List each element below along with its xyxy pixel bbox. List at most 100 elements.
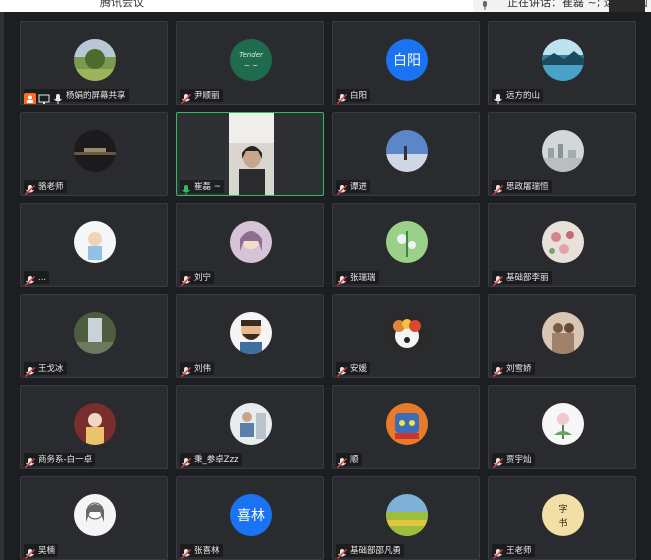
participant-tile[interactable]: 白阳 白阳 (332, 21, 480, 105)
participant-avatar: 字书 (542, 494, 584, 536)
participant-avatar: Tender ~ ~ (230, 39, 272, 81)
participant-tile[interactable]: 贾宇灿 (488, 385, 636, 469)
participant-name-bar: 崔磊 ~ (180, 180, 224, 195)
participant-avatar (74, 39, 116, 81)
svg-text:字: 字 (558, 503, 567, 515)
mic-muted-icon (180, 90, 192, 104)
mic-muted-icon (492, 181, 504, 195)
svg-text:~ ~: ~ ~ (244, 62, 258, 70)
left-edge (0, 12, 4, 560)
participant-name-bar: 秉_参卓Zzz (180, 453, 242, 468)
mic-muted-icon (492, 363, 504, 377)
participant-avatar (74, 494, 116, 536)
participant-name-bar: 骆老师 (24, 180, 67, 195)
participant-name: 王戈冰 (38, 363, 64, 374)
participant-name-bar: 张瑞瑞 (336, 271, 379, 286)
participant-avatar (386, 312, 428, 354)
participant-name: 商务系-白一卓 (38, 454, 93, 465)
participant-avatar (74, 221, 116, 263)
participant-name: 骆老师 (38, 181, 64, 192)
mic-muted-icon (336, 454, 348, 468)
participant-tile[interactable]: 喜林张喜林 (176, 476, 324, 560)
participant-grid: 杨娟的屏幕共享 Tender ~ ~ 尹顺丽 白阳 白阳 远方的山 骆老师 崔磊 ~ 谭进 思政屠瑞… (20, 21, 640, 560)
participant-name: 张瑞瑞 (350, 272, 376, 283)
participant-name-bar: 思政屠瑞恒 (492, 180, 552, 195)
participant-avatar (386, 494, 428, 536)
participant-name-bar: 白阳 (336, 89, 371, 104)
participant-avatar (542, 130, 584, 172)
participant-name-bar: 张喜林 (180, 544, 223, 559)
window-controls[interactable] (609, 0, 645, 12)
participant-tile[interactable]: 秉_参卓Zzz (176, 385, 324, 469)
avatar-initials: 喜林 (237, 508, 265, 524)
participant-name-bar: 尹顺丽 (180, 89, 223, 104)
mic-muted-icon (180, 545, 192, 559)
participant-tile[interactable]: 骆老师 (20, 112, 168, 196)
participant-tile[interactable]: 思政屠瑞恒 (488, 112, 636, 196)
mic-muted-icon (336, 545, 348, 559)
participant-name: ... (38, 272, 47, 283)
participant-name-bar: 王戈冰 (24, 362, 67, 377)
participant-name: 贾宇灿 (506, 454, 532, 465)
participant-avatar (542, 403, 584, 445)
participant-tile[interactable]: 刘伟 (176, 294, 324, 378)
participant-tile[interactable]: 远方的山 (488, 21, 636, 105)
participant-tile[interactable]: 刘雪娇 (488, 294, 636, 378)
mic-muted-icon (336, 272, 348, 286)
participant-name: 杨娟的屏幕共享 (66, 90, 126, 101)
mic-muted-icon (24, 272, 36, 286)
participant-name: 崔磊 ~ (194, 181, 221, 192)
participant-tile[interactable]: 基础部邵凡勇 (332, 476, 480, 560)
participant-name: 张喜林 (194, 545, 220, 556)
participant-tile[interactable]: 王戈冰 (20, 294, 168, 378)
participant-tile[interactable]: Tender ~ ~ 尹顺丽 (176, 21, 324, 105)
participant-tile[interactable]: 崔磊 ~ (176, 112, 324, 196)
participant-name-bar: 安媛 (336, 362, 371, 377)
mic-muted-icon (24, 454, 36, 468)
mic-muted-icon (180, 272, 192, 286)
screen-share-icon (38, 90, 50, 104)
participant-tile[interactable]: 刘宁 (176, 203, 324, 287)
participant-name: 顺 (350, 454, 359, 465)
participant-avatar: 喜林 (230, 494, 272, 536)
participant-name-bar: 谭进 (336, 180, 371, 195)
mic-muted-icon (24, 181, 36, 195)
mic-muted-icon (180, 454, 192, 468)
mic-icon (492, 90, 504, 104)
participant-name-bar: 贾宇灿 (492, 453, 535, 468)
participant-name-bar: 刘宁 (180, 271, 215, 286)
participant-tile[interactable]: 吴楠 (20, 476, 168, 560)
mic-muted-icon (336, 90, 348, 104)
participant-avatar (74, 312, 116, 354)
participant-name: 基础部李丽 (506, 272, 549, 283)
mic-muted-icon (492, 454, 504, 468)
participant-tile[interactable]: 字书王老师 (488, 476, 636, 560)
participant-avatar: 白阳 (386, 39, 428, 81)
participant-name-bar: 吴楠 (24, 544, 59, 559)
participant-tile[interactable]: 谭进 (332, 112, 480, 196)
participant-name: 基础部邵凡勇 (350, 545, 402, 556)
participant-tile[interactable]: 基础部李丽 (488, 203, 636, 287)
mic-muted-icon (180, 363, 192, 377)
participant-name: 王老师 (506, 545, 532, 556)
participant-avatar (74, 403, 116, 445)
mic-icon (180, 181, 192, 195)
participant-name-bar: 商务系-白一卓 (24, 453, 96, 468)
mic-muted-icon (492, 545, 504, 559)
participant-tile[interactable]: 顺 (332, 385, 480, 469)
mic-muted-icon (492, 272, 504, 286)
participant-avatar (386, 221, 428, 263)
participant-tile[interactable]: 安媛 (332, 294, 480, 378)
participant-name: 思政屠瑞恒 (506, 181, 549, 192)
participant-tile[interactable]: 张瑞瑞 (332, 203, 480, 287)
participant-name: 尹顺丽 (194, 90, 220, 101)
participant-tile[interactable]: 杨娟的屏幕共享 (20, 21, 168, 105)
participant-tile[interactable]: 商务系-白一卓 (20, 385, 168, 469)
mic-muted-icon (24, 363, 36, 377)
participant-name: 刘雪娇 (506, 363, 532, 374)
participant-name: 刘宁 (194, 272, 212, 283)
participant-name-bar: 刘雪娇 (492, 362, 535, 377)
participant-tile[interactable]: ... (20, 203, 168, 287)
participant-name-bar: 王老师 (492, 544, 535, 559)
participant-name: 刘伟 (194, 363, 212, 374)
